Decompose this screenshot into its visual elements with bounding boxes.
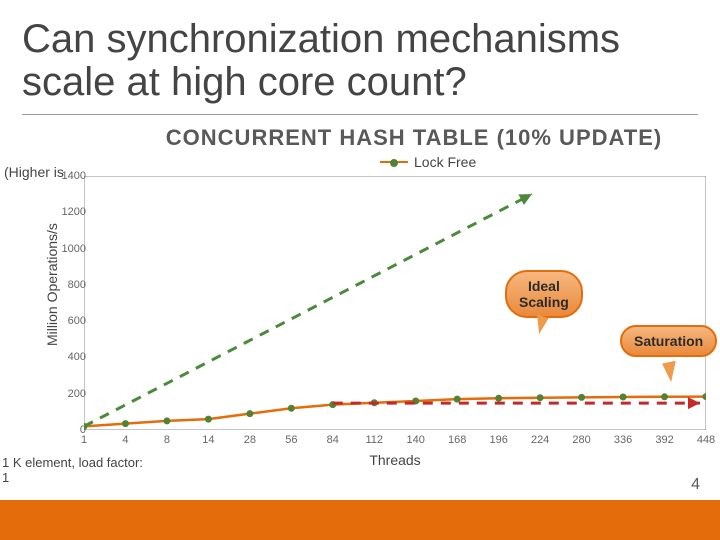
legend-marker — [380, 161, 408, 163]
y-tick: 800 — [52, 279, 86, 291]
x-tick: 336 — [614, 434, 632, 446]
x-tick: 112 — [365, 434, 383, 446]
footnote: 1 K element, load factor: 1 — [2, 456, 152, 486]
legend-label: Lock Free — [414, 154, 476, 170]
chart-title: CONCURRENT HASH TABLE (10% UPDATE) — [130, 125, 698, 151]
y-tick: 1200 — [52, 206, 86, 218]
x-tick: 224 — [531, 434, 549, 446]
x-tick: 28 — [244, 434, 256, 446]
x-axis-label: Threads — [84, 452, 706, 468]
y-tick: 1400 — [52, 170, 86, 182]
x-tick: 8 — [164, 434, 170, 446]
x-tick: 280 — [572, 434, 590, 446]
x-tick: 84 — [327, 434, 339, 446]
x-tick: 196 — [489, 434, 507, 446]
x-tick: 1 — [81, 434, 87, 446]
plot-area — [84, 176, 706, 430]
x-tick: 140 — [407, 434, 425, 446]
y-tick: 1000 — [52, 243, 86, 255]
x-tick: 392 — [655, 434, 673, 446]
legend: Lock Free — [380, 154, 476, 170]
slide-title: Can synchronization mechanisms scale at … — [22, 18, 698, 104]
y-tick: 400 — [52, 351, 86, 363]
title-underline — [22, 114, 698, 115]
callout-saturation: Saturation — [620, 325, 717, 357]
bottom-accent-bar — [0, 500, 720, 540]
x-tick: 14 — [202, 434, 214, 446]
y-tick: 600 — [52, 315, 86, 327]
chart: Million Operations/s 0200400600800100012… — [54, 176, 706, 466]
callout-ideal-scaling: IdealScaling — [505, 270, 583, 318]
y-tick: 200 — [52, 388, 86, 400]
x-tick: 4 — [122, 434, 128, 446]
x-tick: 168 — [448, 434, 466, 446]
slide-number: 4 — [691, 476, 700, 494]
x-tick: 56 — [285, 434, 297, 446]
x-tick: 448 — [697, 434, 715, 446]
